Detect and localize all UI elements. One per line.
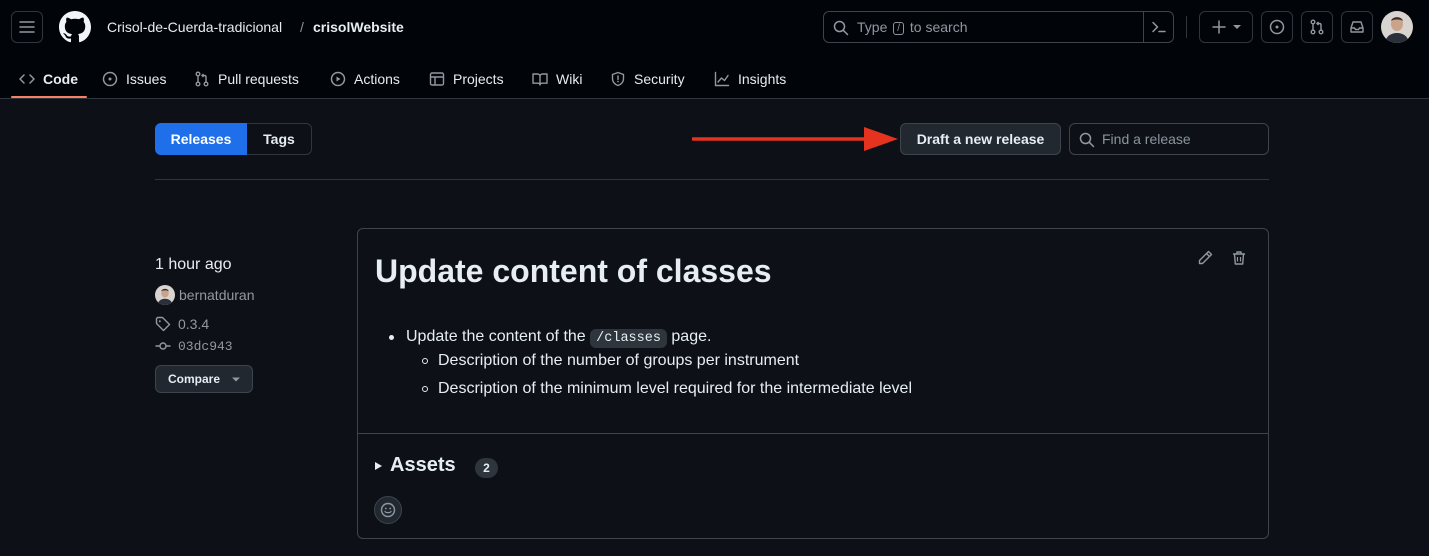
pencil-icon[interactable] [1197,250,1213,266]
tab-pull-requests[interactable]: Pull requests [194,59,299,99]
global-search[interactable]: Type / to search [823,11,1174,43]
plus-icon [1212,20,1226,34]
card-divider [358,433,1268,434]
release-author[interactable]: bernatduran [155,285,255,305]
breadcrumb-separator: / [300,19,304,35]
your-issues-button[interactable] [1261,11,1293,43]
active-tab-indicator [11,96,87,98]
tab-security[interactable]: Security [610,59,685,99]
tab-issues[interactable]: Issues [102,59,166,99]
git-commit-icon [155,342,171,350]
search-placeholder: Type / to search [857,19,968,35]
hamburger-icon [19,21,35,33]
assets-heading: Assets [390,454,456,476]
assets-count-badge: 2 [475,458,498,478]
app-header: Crisol-de-Cuerda-tradicional / crisolWeb… [0,0,1429,99]
release-note-subitem: Description of the number of groups per … [438,352,800,369]
compare-button[interactable]: Compare [155,365,253,393]
header-divider [1186,16,1187,38]
search-icon [1079,132,1095,148]
code-icon [19,74,35,84]
tab-pull-requests-label: Pull requests [218,71,299,87]
tag-name: 0.3.4 [178,316,210,332]
user-avatar[interactable] [1381,11,1413,43]
release-note-item: Update the content of the /classes page. [406,328,712,348]
annotation-arrow [692,127,898,151]
breadcrumb-repo[interactable]: crisolWebsite [313,18,404,36]
table-icon [429,72,445,86]
triangle-right-icon [375,461,382,470]
tab-code-label: Code [43,71,78,87]
command-palette-button[interactable] [1143,12,1173,42]
author-avatar [155,285,175,305]
menu-button[interactable] [11,11,43,43]
assets-toggle[interactable]: Assets [375,454,456,477]
sublist-bullet [422,386,428,392]
inbox-icon [1350,21,1364,33]
add-reaction-button[interactable] [374,496,402,524]
issue-opened-icon [102,71,118,87]
github-logo-icon[interactable] [59,11,91,43]
find-release-input[interactable] [1102,124,1262,154]
book-icon [532,73,548,86]
section-divider [155,179,1269,180]
tab-actions-label: Actions [354,71,400,87]
releases-tab[interactable]: Releases [155,123,247,155]
tag-icon [155,316,171,332]
your-pull-requests-button[interactable] [1301,11,1333,43]
release-title[interactable]: Update content of classes [375,251,772,291]
shield-icon [611,71,625,87]
find-release-search[interactable] [1069,123,1269,155]
search-shortcut-key: / [893,22,905,35]
release-note-subitem: Description of the minimum level require… [438,380,912,397]
tab-wiki[interactable]: Wiki [532,59,582,99]
tab-code[interactable]: Code [19,59,78,99]
create-new-button[interactable] [1199,11,1253,43]
smiley-icon [380,502,396,518]
breadcrumb-owner[interactable]: Crisol-de-Cuerda-tradicional [107,18,282,36]
compare-label: Compare [167,372,220,386]
terminal-icon [1151,21,1166,33]
release-card: Update content of classes Update the con… [357,228,1269,539]
tab-insights[interactable]: Insights [714,59,786,99]
tab-projects-label: Projects [453,71,504,87]
search-icon [833,20,849,36]
git-pull-request-icon [1310,19,1324,35]
tab-projects[interactable]: Projects [429,59,504,99]
issue-opened-icon [1269,19,1285,35]
release-time[interactable]: 1 hour ago [155,255,232,275]
inline-code: /classes [590,329,667,348]
sublist-bullet [422,358,428,364]
play-icon [330,71,346,87]
release-commit[interactable]: 03dc943 [155,338,233,354]
notifications-button[interactable] [1341,11,1373,43]
commit-sha: 03dc943 [178,338,233,354]
caret-down-icon [1233,25,1241,29]
trash-icon[interactable] [1231,250,1247,266]
author-name: bernatduran [179,287,255,303]
list-bullet [389,335,394,340]
release-tag[interactable]: 0.3.4 [155,316,209,332]
tab-actions[interactable]: Actions [330,59,400,99]
graph-icon [714,71,730,87]
caret-down-icon [232,377,240,382]
draft-new-release-button[interactable]: Draft a new release [900,123,1061,155]
tab-security-label: Security [634,71,685,87]
tags-tab[interactable]: Tags [247,123,312,155]
tab-wiki-label: Wiki [556,71,583,87]
tab-insights-label: Insights [738,71,787,87]
tab-issues-label: Issues [126,71,167,87]
git-pull-request-icon [195,71,209,87]
